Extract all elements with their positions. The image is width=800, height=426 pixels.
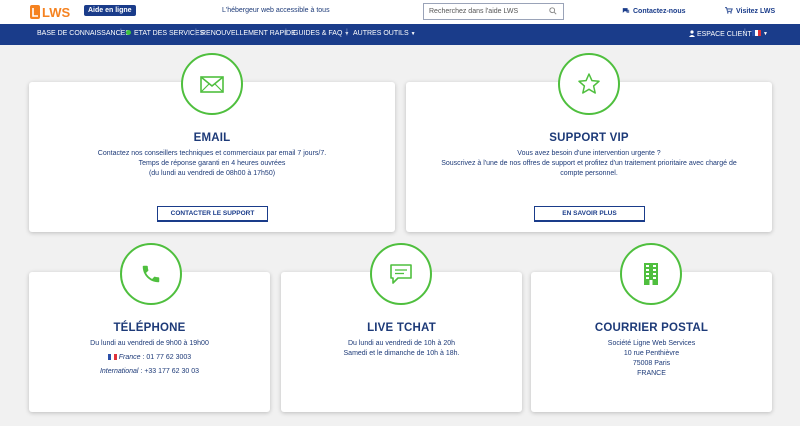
- contact-link[interactable]: Contactez-nous: [622, 7, 686, 15]
- postal-icon-circle: [620, 243, 682, 305]
- phone-france-number[interactable]: : 01 77 62 3003: [143, 354, 192, 361]
- france-flag-icon: [107, 354, 117, 360]
- main-nav: BASE DE CONNAISSANCES | ETAT DES SERVICE…: [0, 24, 800, 45]
- vip-text-2: Souscrivez à l'une de nos offres de supp…: [441, 160, 737, 167]
- visit-lws-label: Visitez LWS: [736, 8, 776, 15]
- nav-knowledge-base[interactable]: BASE DE CONNAISSANCES: [37, 30, 130, 37]
- france-flag-icon: [752, 30, 761, 36]
- chat-text-2: Samedi et le dimanche de 10h à 18h.: [343, 350, 460, 357]
- phone-icon: [142, 265, 160, 283]
- search-placeholder: Recherchez dans l'aide LWS: [429, 8, 519, 15]
- nav-separator: |: [744, 29, 746, 36]
- email-icon-circle: [181, 53, 243, 115]
- vip-text-1: Vous avez besoin d'une intervention urge…: [517, 150, 661, 157]
- language-selector[interactable]: ▼: [752, 30, 768, 37]
- email-text-1: Contactez nos conseillers techniques et …: [97, 150, 327, 157]
- visit-lws-link[interactable]: Visitez LWS: [725, 7, 775, 15]
- star-icon: [578, 73, 600, 94]
- contact-support-button[interactable]: CONTACTER LE SUPPORT: [157, 206, 268, 222]
- nav-service-status[interactable]: ETAT DES SERVICES: [126, 30, 204, 37]
- learn-more-button[interactable]: EN SAVOIR PLUS: [534, 206, 645, 222]
- search-input[interactable]: Recherchez dans l'aide LWS: [423, 3, 564, 20]
- building-icon: [644, 263, 658, 285]
- lws-logo[interactable]: LWS: [30, 4, 82, 20]
- tagline: L'hébergeur web accessible à tous: [222, 7, 330, 14]
- caret-down-icon: ▼: [410, 31, 416, 37]
- nav-separator: |: [346, 29, 348, 36]
- top-bar: LWS Aide en ligne L'hébergeur web access…: [0, 0, 800, 24]
- postal-line-1: Société Ligne Web Services: [607, 340, 696, 347]
- help-badge: Aide en ligne: [84, 5, 136, 16]
- chat-text-1: Du lundi au vendredi de 10h à 20h: [347, 340, 456, 347]
- nav-quick-renewal[interactable]: RENOUVELLEMENT RAPIDE: [201, 30, 296, 37]
- status-dot: [126, 30, 131, 35]
- cart-icon: [725, 7, 733, 14]
- nav-service-status-label: ETAT DES SERVICES: [134, 30, 205, 37]
- vip-title: SUPPORT VIP: [549, 132, 629, 144]
- postal-line-4: FRANCE: [637, 370, 666, 377]
- postal-title: COURRIER POSTAL: [594, 322, 709, 334]
- chat-bubbles-icon: [622, 8, 630, 13]
- user-icon: [689, 30, 695, 37]
- phone-france-label: France: [118, 354, 141, 361]
- phone-international: International : +33 177 62 30 03: [29, 367, 270, 377]
- chat-icon: [390, 264, 412, 284]
- vip-text-3: compte personnel.: [560, 170, 618, 177]
- phone-hours: Du lundi au vendredi de 9h00 à 19h00: [90, 340, 209, 347]
- email-text-2: Temps de réponse garanti en 4 heures ouv…: [138, 160, 286, 167]
- nav-other-tools-label: AUTRES OUTILS: [353, 30, 409, 37]
- nav-client-area[interactable]: ESPACE CLIENT: [689, 30, 752, 38]
- nav-other-tools[interactable]: AUTRES OUTILS ▼: [353, 30, 416, 37]
- contact-link-label: Contactez-nous: [633, 8, 686, 15]
- envelope-icon: [200, 75, 224, 93]
- nav-separator: |: [195, 29, 197, 36]
- phone-france: France : 01 77 62 3003: [29, 353, 270, 363]
- postal-line-3: 75008 Paris: [632, 360, 671, 367]
- phone-intl-number[interactable]: : +33 177 62 30 03: [140, 368, 199, 375]
- nav-separator: |: [120, 29, 122, 36]
- phone-intl-label: International: [99, 368, 139, 375]
- nav-separator: |: [285, 29, 287, 36]
- search-icon[interactable]: [549, 7, 557, 15]
- chat-icon-circle: [370, 243, 432, 305]
- postal-line-2: 10 rue Penthièvre: [623, 350, 680, 357]
- phone-icon-circle: [120, 243, 182, 305]
- caret-down-icon: ▼: [763, 31, 768, 37]
- chat-title: LIVE TCHAT: [367, 322, 436, 334]
- nav-guides-faq[interactable]: GUIDES & FAQ ▼: [293, 30, 349, 37]
- vip-icon-circle: [558, 53, 620, 115]
- nav-guides-faq-label: GUIDES & FAQ: [293, 30, 343, 37]
- email-title: EMAIL: [193, 132, 231, 144]
- phone-title: TÉLÉPHONE: [113, 322, 186, 334]
- svg-text:LWS: LWS: [42, 5, 70, 20]
- email-text-3: (du lundi au vendredi de 08h00 à 17h50): [148, 170, 276, 177]
